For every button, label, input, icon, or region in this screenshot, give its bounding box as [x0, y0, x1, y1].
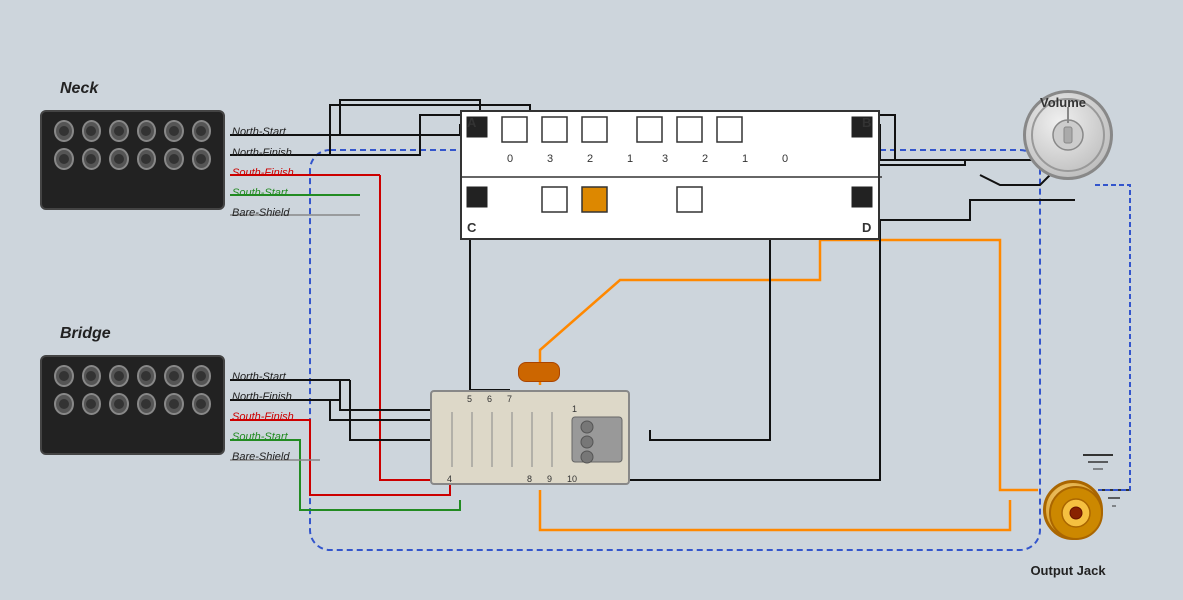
bridge-north-finish-label: North-Finish — [232, 391, 292, 403]
neck-south-finish-label: South-Finish — [232, 167, 294, 179]
svg-text:9: 9 — [547, 474, 552, 484]
pole — [82, 365, 102, 387]
pole — [82, 148, 102, 170]
pole — [164, 148, 184, 170]
svg-text:8: 8 — [527, 474, 532, 484]
output-jack — [1043, 480, 1103, 540]
5way-switch-body: 4 5 6 7 8 9 10 1 2 3 — [430, 390, 630, 485]
svg-text:6: 6 — [487, 394, 492, 404]
bridge-south-start-label: South-Start — [232, 431, 288, 443]
wiring-diagram: Neck North-Start North-Finish South-Fini… — [0, 0, 1183, 600]
pole — [109, 393, 129, 415]
pole — [164, 120, 184, 142]
svg-text:1: 1 — [627, 153, 633, 165]
pole — [109, 365, 129, 387]
svg-text:A: A — [467, 115, 477, 130]
pole — [82, 393, 102, 415]
neck-north-start-label: North-Start — [232, 126, 286, 138]
svg-text:1: 1 — [572, 404, 577, 414]
pole — [137, 393, 157, 415]
pole — [109, 148, 129, 170]
pole — [192, 365, 212, 387]
pole — [137, 148, 157, 170]
bridge-south-finish-label: South-Finish — [232, 411, 294, 423]
ground-symbol — [1078, 450, 1118, 480]
bridge-north-start-label: North-Start — [232, 371, 286, 383]
pole — [82, 120, 102, 142]
bridge-label: Bridge — [60, 325, 111, 343]
pole — [164, 393, 184, 415]
svg-text:3: 3 — [662, 153, 668, 165]
wiring-svg — [0, 0, 1183, 600]
neck-pickup — [40, 110, 225, 210]
neck-bare-shield-label: Bare-Shield — [232, 207, 289, 219]
svg-text:0: 0 — [507, 153, 513, 165]
bridge-bare-shield-label: Bare-Shield — [232, 451, 289, 463]
svg-text:2: 2 — [702, 153, 708, 165]
neck-label: Neck — [60, 80, 98, 98]
pole — [192, 393, 212, 415]
svg-text:C: C — [467, 220, 477, 235]
pole — [192, 120, 212, 142]
pole — [54, 365, 74, 387]
svg-text:D: D — [862, 220, 871, 235]
svg-text:3: 3 — [547, 153, 553, 165]
svg-text:B: B — [862, 115, 871, 130]
svg-text:7: 7 — [507, 394, 512, 404]
pole — [54, 393, 74, 415]
neck-north-finish-label: North-Finish — [232, 147, 292, 159]
switch-toggle[interactable] — [518, 362, 560, 382]
output-jack-label: Output Jack — [1011, 563, 1125, 578]
pole — [109, 120, 129, 142]
switch-selector-grid: 0 3 2 1 3 2 1 0 A B C D — [460, 110, 880, 240]
svg-text:10: 10 — [567, 474, 577, 484]
svg-text:5: 5 — [467, 394, 472, 404]
pole — [54, 148, 74, 170]
svg-text:1: 1 — [742, 153, 748, 165]
volume-label: Volume — [1018, 95, 1108, 110]
pole — [164, 365, 184, 387]
pole — [137, 365, 157, 387]
svg-text:2: 2 — [587, 153, 593, 165]
pole — [137, 120, 157, 142]
bridge-pickup — [40, 355, 225, 455]
pole — [192, 148, 212, 170]
svg-text:4: 4 — [447, 474, 452, 484]
neck-south-start-label: South-Start — [232, 187, 288, 199]
pole — [54, 120, 74, 142]
svg-text:0: 0 — [782, 153, 788, 165]
